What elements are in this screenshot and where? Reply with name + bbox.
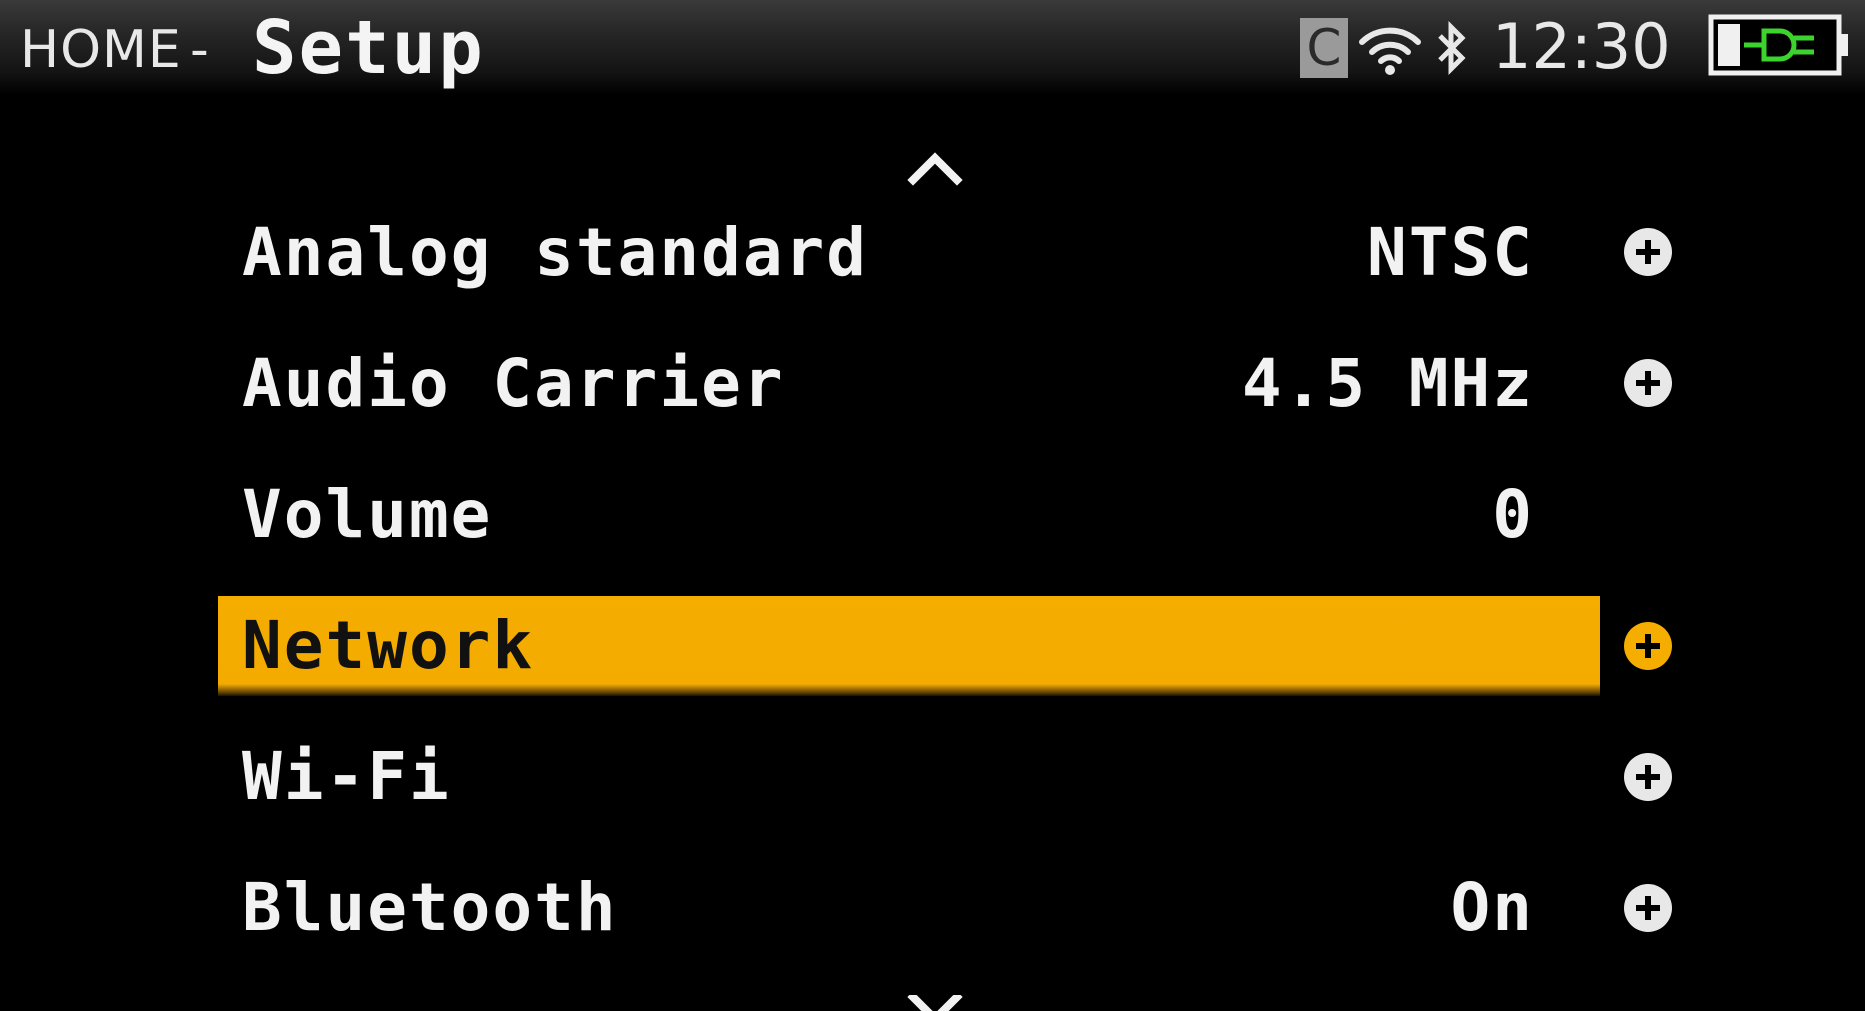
breadcrumb-home[interactable]: HOME xyxy=(20,22,182,78)
chevron-up-icon[interactable] xyxy=(905,148,965,188)
menu-item-network[interactable]: Network xyxy=(218,596,1600,696)
menu-item-label: Wi-Fi xyxy=(242,738,451,815)
chevron-down-icon[interactable] xyxy=(905,995,965,1011)
menu-item-audio-carrier[interactable]: Audio Carrier 4.5 MHz xyxy=(218,334,1600,434)
wifi-icon xyxy=(1359,27,1421,75)
menu-item-label: Volume xyxy=(242,476,493,553)
c-badge: C xyxy=(1300,18,1348,78)
menu-item-volume[interactable]: Volume 0 xyxy=(218,465,1600,565)
menu-item-label: Bluetooth xyxy=(242,869,618,946)
expand-plus-icon[interactable] xyxy=(1622,226,1674,278)
menu-item-value: 4.5 MHz xyxy=(1241,345,1534,422)
menu-item-label: Network xyxy=(242,607,535,684)
clock: 12:30 xyxy=(1492,10,1671,83)
battery-charging-icon xyxy=(1708,14,1848,76)
page-title: Setup xyxy=(252,5,485,91)
expand-plus-icon[interactable] xyxy=(1622,357,1674,409)
bluetooth-icon xyxy=(1438,20,1466,76)
menu-item-value: On xyxy=(1450,869,1534,946)
menu-item-value: NTSC xyxy=(1367,214,1534,291)
expand-plus-icon-selected[interactable] xyxy=(1622,620,1674,672)
menu-item-wifi[interactable]: Wi-Fi xyxy=(218,727,1600,827)
menu-item-value: 0 xyxy=(1492,476,1534,553)
breadcrumb-separator: - xyxy=(190,20,209,80)
menu-item-analog-standard[interactable]: Analog standard NTSC xyxy=(218,203,1600,303)
expand-plus-icon[interactable] xyxy=(1622,751,1674,803)
menu-item-label: Analog standard xyxy=(242,214,869,291)
menu-item-label: Audio Carrier xyxy=(242,345,785,422)
menu-item-bluetooth[interactable]: Bluetooth On xyxy=(218,858,1600,958)
title-bar: HOME - Setup C 12:30 xyxy=(0,0,1865,95)
expand-plus-icon[interactable] xyxy=(1622,882,1674,934)
